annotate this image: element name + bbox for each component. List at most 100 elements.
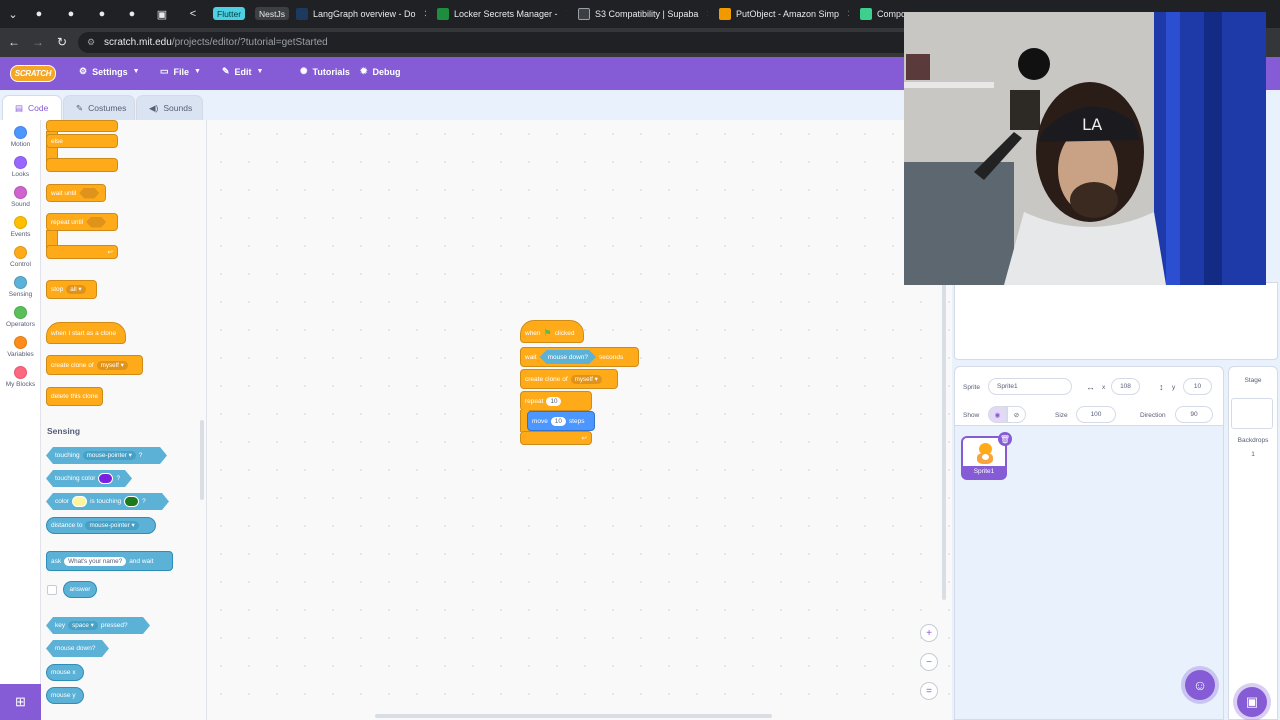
else-block[interactable]: else <box>46 134 118 148</box>
close-icon[interactable]: ✕ <box>847 9 849 20</box>
move-steps-block[interactable]: move 10 steps <box>527 411 595 431</box>
debug-button[interactable]: ✹ Debug <box>360 66 401 77</box>
back-icon[interactable]: ← <box>6 34 22 50</box>
langgraph-icon <box>296 8 308 20</box>
touching-color-block[interactable]: touching color ? <box>46 470 132 487</box>
browser-tab[interactable]: LangGraph overview - Do ✕ <box>296 4 426 24</box>
repeat-until-block[interactable]: repeat until <box>46 213 118 231</box>
y-field[interactable]: 10 <box>1183 378 1212 395</box>
key-dropdown[interactable]: space ▾ <box>68 621 98 630</box>
pinned-tab-github-2[interactable]: ● <box>62 5 80 23</box>
forward-icon[interactable]: → <box>30 34 46 50</box>
sprite-name-field[interactable]: Sprite1 <box>988 378 1072 395</box>
size-field[interactable]: 100 <box>1076 406 1116 423</box>
tutorials-button[interactable]: ✺ Tutorials <box>300 66 350 77</box>
mouse-down-block[interactable]: mouse down? <box>46 640 109 657</box>
category-sound[interactable]: Sound <box>0 186 41 208</box>
category-motion[interactable]: Motion <box>0 126 41 148</box>
boolean-slot[interactable] <box>79 187 100 199</box>
ask-input[interactable]: What's your name? <box>64 556 127 566</box>
touching-dropdown[interactable]: mouse-pointer ▾ <box>83 451 136 460</box>
script-workspace[interactable]: when ⚑ clicked wait mouse down? seconds … <box>207 120 952 720</box>
pinned-tab-github-1[interactable]: ● <box>30 5 48 23</box>
stop-dropdown[interactable]: all ▾ <box>66 285 86 294</box>
repeat-block[interactable]: repeat 10 <box>520 391 592 411</box>
choose-sprite-button[interactable]: ☺ <box>1185 670 1215 700</box>
create-clone-dropdown[interactable]: myself ▾ <box>96 360 128 370</box>
workspace-horizontal-scrollbar[interactable] <box>375 714 772 718</box>
category-operators[interactable]: Operators <box>0 306 41 328</box>
category-events[interactable]: Events <box>0 216 41 238</box>
tab-sounds[interactable]: ◀) Sounds <box>136 95 203 120</box>
file-menu[interactable]: ▭ File ▼ <box>160 66 201 77</box>
zoom-in-button[interactable]: + <box>920 624 938 642</box>
scratch-logo[interactable]: SCRATCH <box>10 65 56 82</box>
edit-menu[interactable]: ✎ Edit ▼ <box>222 66 263 77</box>
close-icon[interactable]: ✕ <box>424 9 426 20</box>
pinned-tab-github-4[interactable]: ● <box>123 5 141 23</box>
close-icon[interactable]: ✕ <box>706 9 708 20</box>
pinned-tab-bookmark[interactable]: < <box>184 5 202 23</box>
browser-tab[interactable]: Locker Secrets Manager - ✕ <box>437 4 567 24</box>
when-clone-block[interactable]: when I start as a clone <box>46 322 126 344</box>
tab-group-nestjs[interactable]: NestJs <box>255 7 289 20</box>
color-swatch[interactable] <box>72 496 87 507</box>
direction-field[interactable]: 90 <box>1175 406 1213 423</box>
stage-canvas[interactable] <box>954 282 1278 360</box>
category-control[interactable]: Control <box>0 246 41 268</box>
stage-selector[interactable]: Stage Backdrops 1 ▣ <box>1228 366 1278 720</box>
bookmark-icon: < <box>189 8 197 20</box>
show-visible-button[interactable]: ◉ <box>988 406 1007 423</box>
create-clone-script-block[interactable]: create clone of myself ▾ <box>520 369 618 389</box>
choose-backdrop-button[interactable]: ▣ <box>1237 687 1267 717</box>
browser-tab[interactable]: S3 Compatibility | Supaba ✕ <box>578 4 708 24</box>
category-my-blocks[interactable]: My Blocks <box>0 366 41 388</box>
category-variables[interactable]: Variables <box>0 336 41 358</box>
zoom-out-button[interactable]: − <box>920 653 938 671</box>
color-swatch[interactable] <box>124 496 139 507</box>
delete-clone-block[interactable]: delete this clone <box>46 387 103 406</box>
create-clone-block[interactable]: create clone of myself ▾ <box>46 355 143 375</box>
close-icon[interactable]: ✕ <box>566 9 567 20</box>
stop-block[interactable]: stop all ▾ <box>46 280 97 299</box>
palette-scrollbar[interactable] <box>200 420 204 500</box>
key-pressed-block[interactable]: key space ▾ pressed? <box>46 617 150 634</box>
zoom-reset-button[interactable]: = <box>920 682 938 700</box>
browser-tab[interactable]: Composition... <box>860 4 904 24</box>
touching-block[interactable]: touching mouse-pointer ▾ ? <box>46 447 167 464</box>
x-field[interactable]: 108 <box>1111 378 1140 395</box>
browser-tab[interactable]: PutObject - Amazon Simp ✕ <box>719 4 849 24</box>
tab-code[interactable]: ▤ Code <box>2 95 62 120</box>
delete-sprite-button[interactable]: 🗑 <box>998 432 1012 446</box>
repeat-count-input[interactable]: 10 <box>546 396 562 406</box>
boolean-slot[interactable] <box>86 216 107 228</box>
stage-thumbnail[interactable] <box>1231 398 1273 429</box>
reload-icon[interactable]: ↻ <box>54 34 70 50</box>
tab-search-icon[interactable]: ⌄ <box>4 5 22 23</box>
site-info-icon[interactable]: ⚙ <box>87 37 95 48</box>
wait-block[interactable]: wait mouse down? seconds <box>520 347 639 367</box>
color-swatch[interactable] <box>98 473 113 484</box>
move-steps-input[interactable]: 10 <box>550 416 566 426</box>
mouse-x-block[interactable]: mouse x <box>46 664 84 681</box>
show-hidden-button[interactable]: ⊘ <box>1007 406 1026 423</box>
tab-group-flutter[interactable]: Flutter <box>213 7 246 20</box>
create-clone-script-dropdown[interactable]: myself ▾ <box>570 374 602 384</box>
distance-dropdown[interactable]: mouse-pointer ▾ <box>85 521 139 530</box>
mouse-down-reporter[interactable]: mouse down? <box>540 350 596 364</box>
pinned-tab-notion[interactable]: ▣ <box>153 5 171 23</box>
ask-and-wait-block[interactable]: ask What's your name? and wait <box>46 551 173 571</box>
tab-costumes[interactable]: ✎ Costumes <box>63 95 135 120</box>
pinned-tab-github-3[interactable]: ● <box>93 5 111 23</box>
when-flag-clicked-block[interactable]: when ⚑ clicked <box>520 320 584 343</box>
answer-block[interactable]: answer <box>63 581 97 598</box>
category-sensing[interactable]: Sensing <box>0 276 41 298</box>
answer-checkbox[interactable] <box>47 585 57 595</box>
wait-until-block[interactable]: wait until <box>46 184 106 202</box>
add-extension-button[interactable]: ⊞ <box>0 684 41 720</box>
distance-to-block[interactable]: distance to mouse-pointer ▾ <box>46 517 156 534</box>
settings-menu[interactable]: ⚙ Settings ▼ <box>79 66 140 77</box>
mouse-y-block[interactable]: mouse y <box>46 687 84 704</box>
category-looks[interactable]: Looks <box>0 156 41 178</box>
color-touching-block[interactable]: color is touching ? <box>46 493 169 510</box>
